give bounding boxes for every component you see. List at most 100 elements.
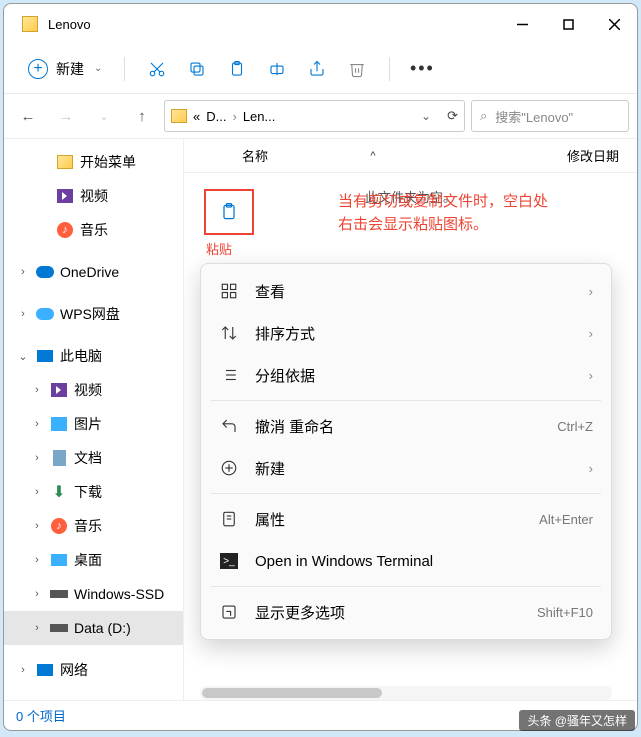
sidebar-item-music[interactable]: ♪ 音乐: [4, 213, 183, 247]
menu-item-undo[interactable]: 撤消 重命名Ctrl+Z: [201, 405, 611, 447]
onedrive-icon: [36, 263, 54, 281]
expand-icon[interactable]: ›: [30, 384, 44, 396]
sidebar-item-music[interactable]: › ♪ 音乐: [4, 509, 183, 543]
search-input[interactable]: ⌕ 搜索"Lenovo": [471, 100, 629, 132]
sidebar-item-drive[interactable]: ›Data (D:): [4, 611, 183, 645]
expand-icon[interactable]: ›: [16, 664, 30, 676]
sidebar-item-pc[interactable]: ⌄ 此电脑: [4, 339, 183, 373]
menu-item-label: 新建: [255, 458, 573, 479]
plus-icon: +: [28, 59, 48, 79]
window-title: Lenovo: [48, 17, 91, 32]
more-icon: [219, 602, 239, 622]
expand-icon[interactable]: ›: [30, 520, 44, 532]
sidebar: 开始菜单视频♪音乐›OneDrive›WPS网盘⌄此电脑›视频›图片›文档›⬇下…: [4, 139, 184, 700]
menu-item-sort[interactable]: 排序方式›: [201, 312, 611, 354]
share-button[interactable]: [299, 51, 335, 87]
folder-icon: [22, 16, 38, 32]
expand-icon[interactable]: ›: [30, 452, 44, 464]
music-icon: ♪: [50, 517, 68, 535]
maximize-button[interactable]: [545, 4, 591, 44]
annotation-text: 当有剪切或复制文件时，空白处 右击会显示粘贴图标。: [338, 191, 548, 236]
column-modified[interactable]: 修改日期: [567, 146, 637, 165]
sidebar-item-label: 桌面: [74, 550, 102, 570]
menu-item-group[interactable]: 分组依据›: [201, 354, 611, 396]
address-bar[interactable]: « D... › Len... ⌄ ⟳: [164, 100, 465, 132]
desktop-icon: [50, 551, 68, 569]
sidebar-item-wps[interactable]: › WPS网盘: [4, 297, 183, 331]
menu-shortcut: Ctrl+Z: [557, 419, 593, 434]
terminal-icon: >_: [219, 551, 239, 571]
sidebar-item-network[interactable]: ›网络: [4, 653, 183, 687]
expand-icon[interactable]: ›: [30, 588, 44, 600]
menu-item-more[interactable]: 显示更多选项Shift+F10: [201, 591, 611, 633]
cut-button[interactable]: [139, 51, 175, 87]
paste-icon-highlight[interactable]: [204, 189, 254, 235]
breadcrumb[interactable]: Len...: [243, 109, 276, 124]
refresh-button[interactable]: ⟳: [447, 108, 458, 124]
sort-icon: [219, 323, 239, 343]
up-button[interactable]: ↑: [126, 100, 158, 132]
menu-item-label: 属性: [255, 509, 523, 530]
menu-item-label: Open in Windows Terminal: [255, 553, 593, 570]
expand-icon[interactable]: ›: [30, 486, 44, 498]
documents-icon: [50, 449, 68, 467]
paste-label: 粘贴: [206, 239, 232, 258]
column-name[interactable]: 名称: [184, 146, 364, 165]
sidebar-item-label: 此电脑: [60, 346, 102, 366]
window: Lenovo + 新建 ⌄ ••• ← → ⌄ ↑ « D... ›: [3, 3, 638, 731]
more-button[interactable]: •••: [404, 51, 440, 87]
menu-shortcut: Alt+Enter: [539, 512, 593, 527]
sidebar-item-downloads[interactable]: ›⬇下载: [4, 475, 183, 509]
rename-button[interactable]: [259, 51, 295, 87]
sidebar-item-label: 音乐: [80, 220, 108, 240]
sidebar-item-label: Windows-SSD: [74, 586, 164, 602]
sidebar-item-video[interactable]: 视频: [4, 179, 183, 213]
network-icon: [36, 661, 54, 679]
horizontal-scrollbar[interactable]: [200, 686, 612, 700]
paste-button[interactable]: [219, 51, 255, 87]
expand-icon[interactable]: ›: [30, 622, 44, 634]
chevron-down-icon[interactable]: ⌄: [421, 109, 431, 123]
search-icon: ⌕: [480, 108, 487, 124]
copy-button[interactable]: [179, 51, 215, 87]
delete-button[interactable]: [339, 51, 375, 87]
sidebar-item-label: WPS网盘: [60, 304, 120, 324]
minimize-button[interactable]: [499, 4, 545, 44]
menu-item-properties[interactable]: 属性 Alt+Enter: [201, 498, 611, 540]
music-icon: ♪: [56, 221, 74, 239]
menu-item-new[interactable]: 新建›: [201, 447, 611, 489]
expand-icon[interactable]: ›: [16, 308, 30, 320]
item-count: 0 个项目: [16, 706, 66, 725]
expand-icon[interactable]: ›: [30, 418, 44, 430]
sidebar-item-label: 文档: [74, 448, 102, 468]
sidebar-item-label: 音乐: [74, 516, 102, 536]
main-pane[interactable]: 名称 ^ 修改日期 此文件夹为空。 粘贴 当有剪切或复制文件时，空白处 右击会显…: [184, 139, 637, 700]
menu-item-terminal[interactable]: >_ Open in Windows Terminal: [201, 540, 611, 582]
menu-item-view[interactable]: 查看 ›: [201, 270, 611, 312]
chevron-right-icon: ›: [589, 284, 593, 299]
new-label: 新建: [56, 59, 84, 79]
context-menu: 查看 › 排序方式›分组依据› 撤消 重命名Ctrl+Z新建› 属性 Alt+Enter >…: [200, 263, 612, 640]
close-button[interactable]: [591, 4, 637, 44]
sidebar-item-documents[interactable]: › 文档: [4, 441, 183, 475]
sidebar-item-desktop[interactable]: › 桌面: [4, 543, 183, 577]
recent-chevron-icon[interactable]: ⌄: [88, 100, 120, 132]
breadcrumb[interactable]: D...: [206, 109, 226, 124]
expand-icon[interactable]: ›: [16, 266, 30, 278]
sidebar-item-video[interactable]: ›视频: [4, 373, 183, 407]
sidebar-item-onedrive[interactable]: ›OneDrive: [4, 255, 183, 289]
search-placeholder: 搜索"Lenovo": [495, 107, 573, 126]
sidebar-item-drive[interactable]: › Windows-SSD: [4, 577, 183, 611]
new-button[interactable]: + 新建 ⌄: [20, 55, 110, 83]
sidebar-item-folder[interactable]: 开始菜单: [4, 145, 183, 179]
menu-item-label: 查看: [255, 281, 573, 302]
sidebar-item-pictures[interactable]: ›图片: [4, 407, 183, 441]
forward-button[interactable]: →: [50, 100, 82, 132]
window-controls: [499, 4, 637, 44]
crumb-prefix: «: [193, 109, 200, 124]
new-icon: [219, 458, 239, 478]
back-button[interactable]: ←: [12, 100, 44, 132]
scroll-thumb[interactable]: [202, 688, 382, 698]
expand-icon[interactable]: ⌄: [16, 350, 30, 363]
expand-icon[interactable]: ›: [30, 554, 44, 566]
